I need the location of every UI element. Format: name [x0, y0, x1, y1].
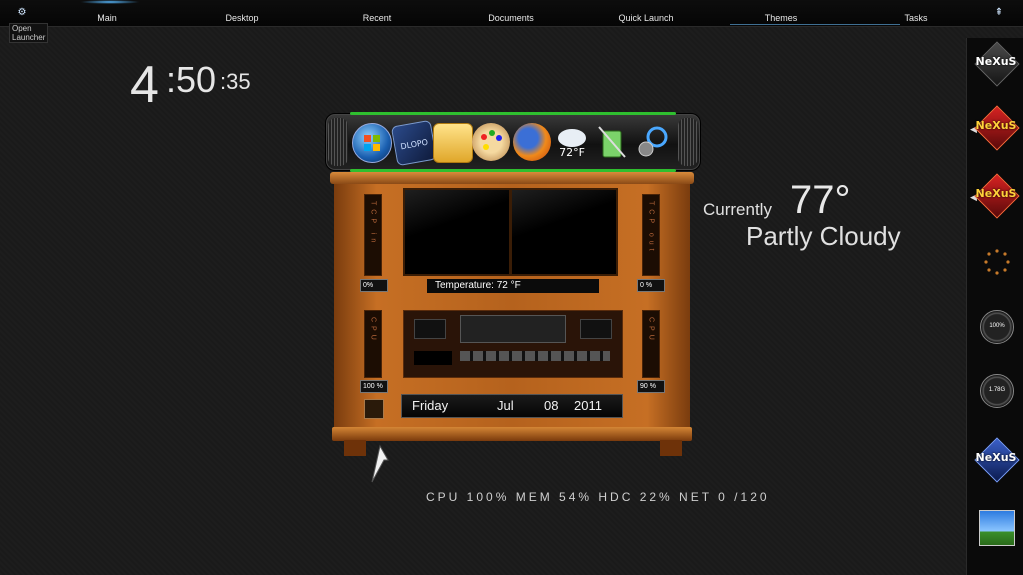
cpu-left-meter: CPU: [364, 310, 382, 378]
weather-temperature: 77°: [790, 178, 851, 222]
active-glow: [80, 0, 140, 4]
cpu-left-value: 100 %: [360, 380, 388, 393]
gauge-value: 1.78G: [988, 387, 1006, 393]
windows-start-icon[interactable]: [352, 123, 392, 163]
weather-currently-label: Currently: [703, 200, 772, 219]
rack-monitor-right: [580, 319, 612, 339]
photo-icon: [979, 510, 1015, 546]
themes-underline: [730, 24, 900, 25]
dlopo-icon[interactable]: DLOPO: [390, 119, 438, 167]
nexus-label: NeXuS: [975, 451, 1017, 464]
left-screen: [403, 188, 511, 276]
launcher-gear-icon[interactable]: ⚙: [15, 6, 29, 20]
nav-desktop[interactable]: Desktop: [225, 13, 258, 23]
weather-icon[interactable]: 72°F: [553, 123, 591, 161]
nav-quick-launch[interactable]: Quick Launch: [618, 13, 673, 23]
nexus-label: NeXuS: [975, 55, 1017, 68]
rack-monitor-left: [414, 319, 446, 339]
cabinet-foot-left: [344, 440, 366, 456]
nav-documents[interactable]: Documents: [488, 13, 534, 23]
date-month: Jul: [497, 398, 514, 413]
nexus-label: NeXuS: [975, 187, 1017, 200]
nexus-widget-3[interactable]: ◀ NeXuS: [970, 173, 1020, 219]
nav-main[interactable]: Main: [97, 13, 117, 23]
date-year: 2011: [574, 398, 602, 413]
tcp-in-value: 0%: [360, 279, 388, 292]
weather-condition: Partly Cloudy: [746, 221, 901, 251]
nav-tasks[interactable]: Tasks: [904, 13, 927, 23]
loading-dots-widget[interactable]: [977, 244, 1015, 284]
memory-gauge-widget[interactable]: 1.78G: [977, 374, 1015, 414]
nexus-widget-4[interactable]: NeXuS: [974, 437, 1020, 483]
tcp-in-meter: TCP in: [364, 194, 382, 276]
nexus-label: NeXuS: [975, 119, 1017, 132]
nav-recent[interactable]: Recent: [363, 13, 392, 23]
svg-text:DLOPO: DLOPO: [400, 138, 429, 152]
right-screen: [510, 188, 618, 276]
gauge-value: 100%: [989, 323, 1005, 329]
tcp-out-value: 0 %: [637, 279, 665, 292]
widget-logo-icon[interactable]: [364, 399, 384, 419]
cpu-gauge-widget[interactable]: 100%: [977, 310, 1015, 350]
photo-widget[interactable]: [977, 508, 1015, 548]
nexus-widget-2[interactable]: ◀ NeXuS: [970, 105, 1020, 151]
rack-center-unit: [460, 315, 566, 343]
clock-minutes: :50: [166, 59, 217, 100]
rack-display: [414, 351, 452, 365]
cpu-right-label: CPU: [647, 317, 655, 344]
cpu-right-meter: CPU: [642, 310, 660, 378]
top-launcher-bar: ⚙ Main Desktop Recent Documents Quick La…: [0, 0, 1023, 27]
date-date: 08: [544, 398, 559, 413]
loading-spinner-icon: [984, 249, 1010, 275]
recycle-bin-icon[interactable]: [593, 123, 631, 161]
svg-text:72°F: 72°F: [559, 146, 585, 159]
gauge-icon: 100%: [980, 310, 1014, 344]
paint-palette-icon[interactable]: [472, 123, 510, 161]
nav-themes[interactable]: Themes: [765, 13, 798, 23]
gauge-icon: 1.78G: [980, 374, 1014, 408]
date-day: Friday: [412, 398, 449, 413]
equipment-rack: [403, 310, 623, 378]
tcp-in-label: TCP in: [369, 201, 377, 247]
temperature-readout: Temperature: 72 °F: [427, 279, 599, 293]
right-sidebar: NeXuS ◀ NeXuS ◀ NeXuS 100% 1.78G NeXuS: [966, 38, 1023, 575]
system-monitor-cabinet: TCP in TCP out 0% 0 % Temperature: 72 °F…: [330, 172, 694, 456]
clock-hours: 4: [130, 56, 159, 114]
dock: DLOPO 72°F: [325, 112, 701, 172]
open-launcher-label[interactable]: Open Launcher: [9, 23, 49, 43]
clock-seconds: :35: [220, 69, 251, 94]
cpu-right-value: 90 %: [637, 380, 665, 393]
nexus-widget-1[interactable]: NeXuS: [974, 41, 1020, 87]
rack-button-strip: [460, 351, 610, 361]
tools-icon[interactable]: [633, 123, 671, 161]
date-display: Friday Jul 08 2011: [401, 394, 623, 418]
cabinet-top: [330, 172, 694, 184]
tcp-out-label: TCP out: [647, 201, 655, 255]
firefox-icon[interactable]: [513, 123, 551, 161]
folder-icon[interactable]: [433, 123, 473, 163]
collapse-icon[interactable]: ⇞: [992, 6, 1006, 20]
cabinet-foot-right: [660, 440, 682, 456]
dock-left-cap: [328, 118, 348, 166]
system-stats-readout: CPU 100% MEM 54% HDC 22% NET 0 /120: [426, 490, 770, 504]
cpu-left-label: CPU: [369, 317, 377, 344]
tcp-out-meter: TCP out: [642, 194, 660, 276]
cabinet-base: [332, 427, 692, 441]
dock-right-cap: [678, 118, 698, 166]
